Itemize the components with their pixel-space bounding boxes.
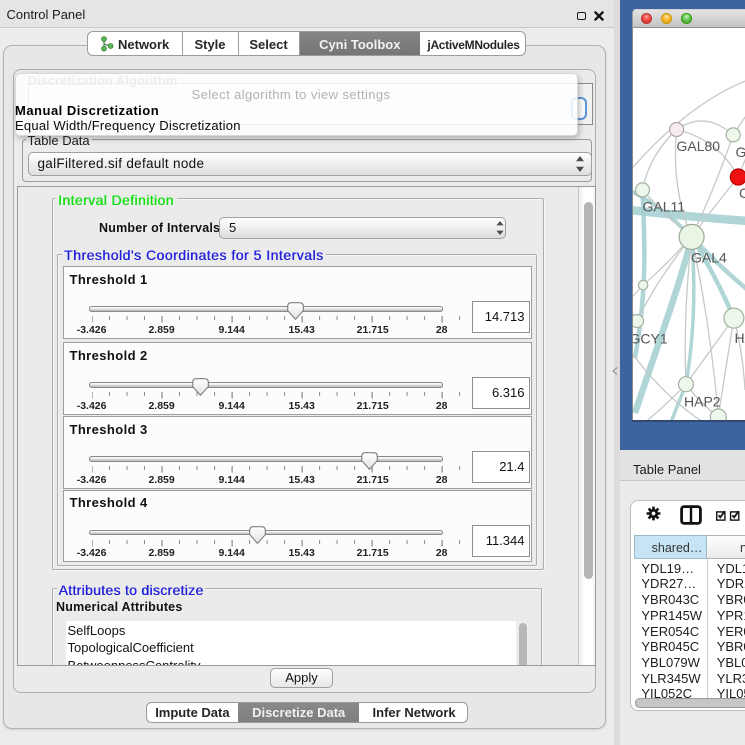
svg-text:HA: HA (735, 330, 745, 346)
svg-text:GCY1: GCY1 (633, 331, 668, 347)
svg-text:GAL80: GAL80 (677, 138, 721, 154)
svg-text:GAL11: GAL11 (643, 199, 686, 215)
svg-text:C: C (739, 185, 745, 201)
svg-text:HAP2: HAP2 (684, 394, 721, 410)
svg-text:GA: GA (736, 144, 745, 160)
svg-text:GAL4: GAL4 (691, 250, 727, 266)
